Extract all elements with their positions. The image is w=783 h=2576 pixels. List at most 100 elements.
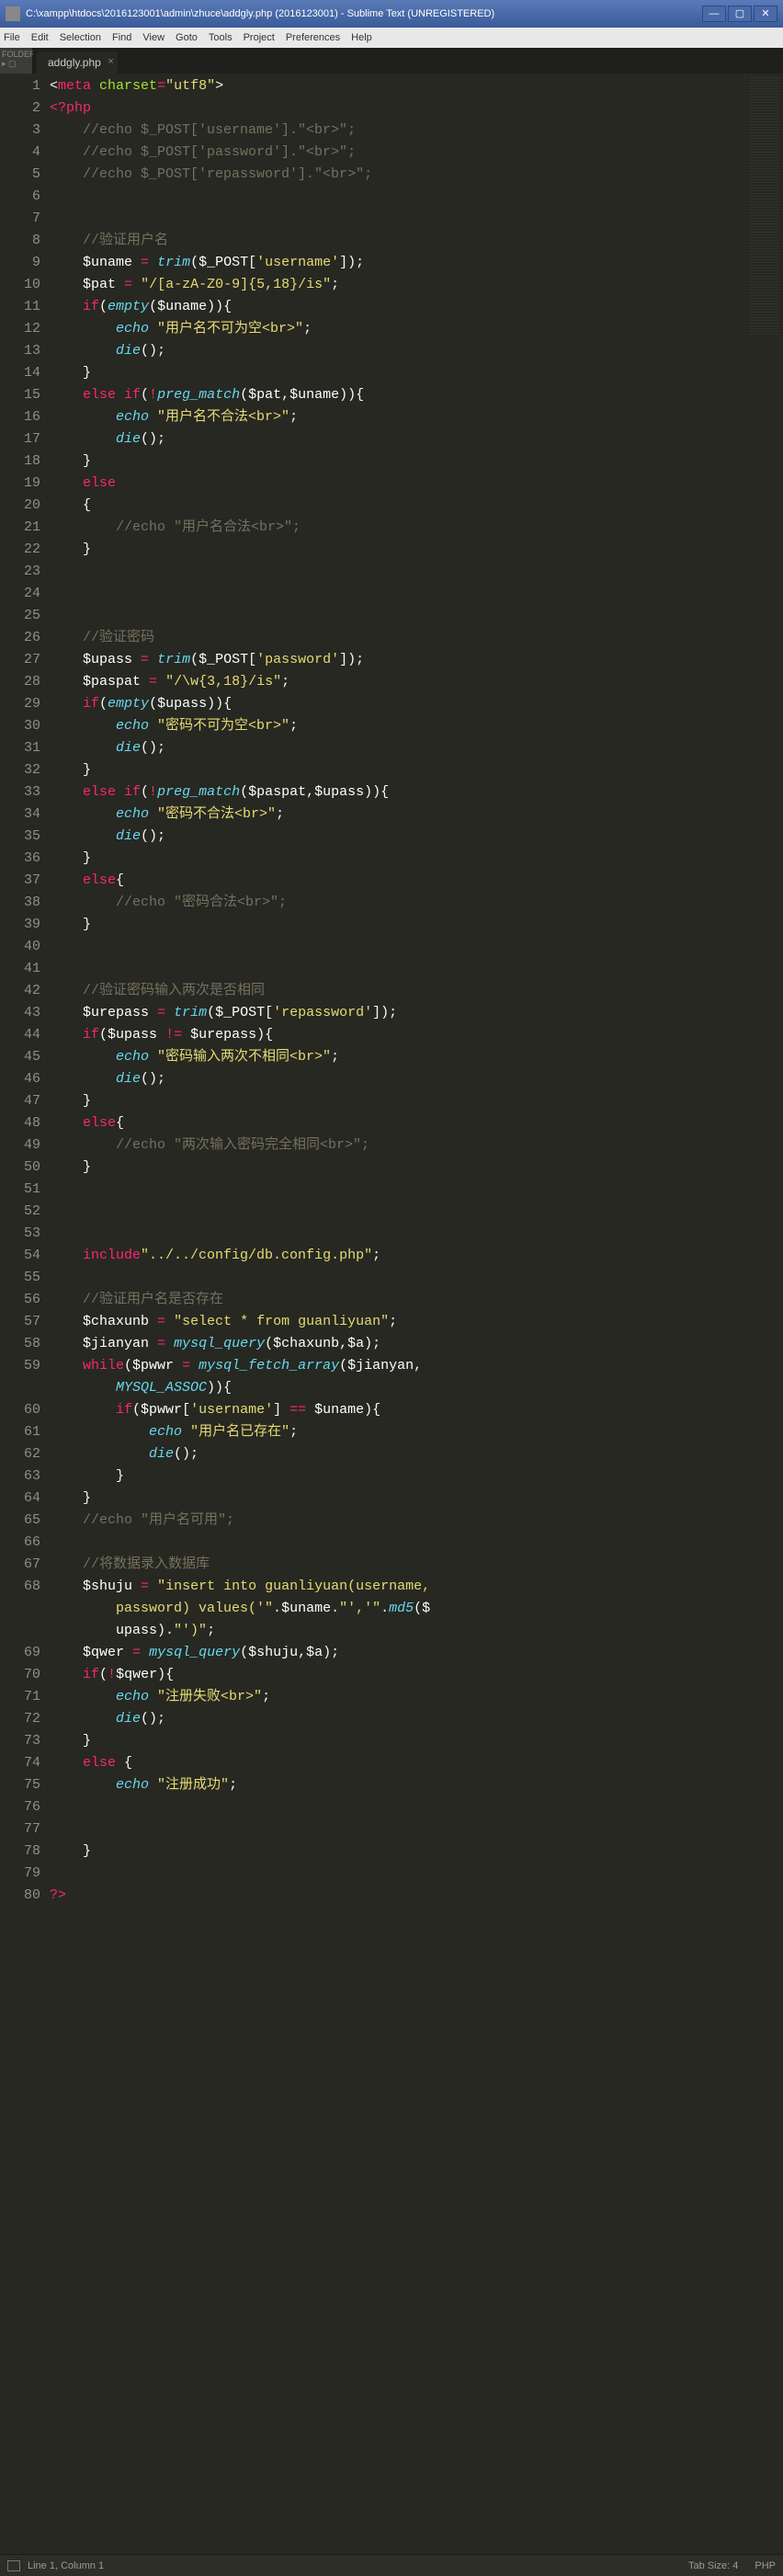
code-line[interactable] [50,936,744,958]
code-line[interactable]: } [50,914,744,936]
code-line[interactable]: //echo "用户名可用"; [50,1510,744,1532]
code-line[interactable]: } [50,1090,744,1112]
code-line[interactable]: $qwer = mysql_query($shuju,$a); [50,1642,744,1664]
menu-find[interactable]: Find [112,32,131,43]
close-icon[interactable]: × [108,56,113,67]
folder-sidebar[interactable]: FOLDER ▸ ▢ [0,48,33,74]
code-line[interactable] [50,583,744,605]
code-line[interactable]: echo "密码输入两次不相同<br>"; [50,1046,744,1068]
code-line[interactable]: //验证用户名是否存在 [50,1289,744,1311]
editor[interactable]: 1234567891011121314151617181920212223242… [0,74,783,1909]
code-line[interactable]: <meta charset="utf8"> [50,75,744,97]
code-line[interactable]: echo "注册失败<br>"; [50,1686,744,1708]
code-line[interactable]: } [50,539,744,561]
minimize-button[interactable]: — [702,6,726,22]
menu-help[interactable]: Help [351,32,372,43]
maximize-button[interactable]: ▢ [728,6,752,22]
code-line[interactable]: password) values('".$uname."','".md5($ [50,1598,744,1620]
code-line[interactable]: } [50,362,744,384]
console-icon[interactable] [7,2560,20,2571]
menu-tools[interactable]: Tools [209,32,233,43]
code-line[interactable]: $uname = trim($_POST['username']); [50,252,744,274]
code-line[interactable]: } [50,1841,744,1863]
code-line[interactable]: die(); [50,826,744,848]
code-line[interactable]: echo "密码不可为空<br>"; [50,715,744,737]
code-line[interactable]: else [50,473,744,495]
code-line[interactable]: $paspat = "/\w{3,18}/is"; [50,671,744,693]
code-line[interactable]: //echo "密码合法<br>"; [50,892,744,914]
code-line[interactable] [50,1267,744,1289]
code-line[interactable] [50,1179,744,1201]
code-line[interactable]: die(); [50,1068,744,1090]
code-line[interactable]: echo "注册成功"; [50,1774,744,1796]
code-line[interactable]: ?> [50,1885,744,1907]
code-line[interactable]: //echo $_POST['password']."<br>"; [50,142,744,164]
code-line[interactable]: if(empty($uname)){ [50,296,744,318]
code-line[interactable] [50,186,744,208]
code-line[interactable]: $chaxunb = "select * from guanliyuan"; [50,1311,744,1333]
code-line[interactable]: die(); [50,1443,744,1465]
code-line[interactable]: echo "用户名不可为空<br>"; [50,318,744,340]
menu-edit[interactable]: Edit [31,32,49,43]
code-line[interactable]: if($pwwr['username'] == $uname){ [50,1399,744,1421]
close-button[interactable]: ✕ [754,6,777,22]
code-line[interactable]: else if(!preg_match($paspat,$upass)){ [50,781,744,804]
code-line[interactable]: } [50,1487,744,1510]
code-line[interactable]: } [50,1730,744,1752]
menu-goto[interactable]: Goto [176,32,198,43]
code-line[interactable] [50,1201,744,1223]
code-line[interactable] [50,1863,744,1885]
code-line[interactable]: $shuju = "insert into guanliyuan(usernam… [50,1576,744,1598]
code-area[interactable]: <meta charset="utf8"><?php //echo $_POST… [50,74,744,1909]
code-line[interactable]: die(); [50,428,744,450]
code-line[interactable]: //验证用户名 [50,230,744,252]
menu-file[interactable]: File [4,32,20,43]
code-line[interactable]: die(); [50,340,744,362]
code-line[interactable]: $jianyan = mysql_query($chaxunb,$a); [50,1333,744,1355]
code-line[interactable]: if(empty($upass)){ [50,693,744,715]
code-line[interactable]: $urepass = trim($_POST['repassword']); [50,1002,744,1024]
code-line[interactable]: //echo $_POST['username']."<br>"; [50,120,744,142]
code-line[interactable]: } [50,1157,744,1179]
status-language[interactable]: PHP [755,2560,776,2571]
code-line[interactable]: } [50,848,744,870]
code-line[interactable] [50,605,744,627]
code-line[interactable]: echo "密码不合法<br>"; [50,804,744,826]
code-line[interactable]: else{ [50,870,744,892]
code-line[interactable] [50,958,744,980]
code-line[interactable]: //验证密码 [50,627,744,649]
code-line[interactable] [50,561,744,583]
code-line[interactable]: upass)."')"; [50,1620,744,1642]
code-line[interactable]: if($upass != $urepass){ [50,1024,744,1046]
code-line[interactable]: <?php [50,97,744,120]
code-line[interactable]: //echo $_POST['repassword']."<br>"; [50,164,744,186]
status-tabsize[interactable]: Tab Size: 4 [688,2560,738,2571]
code-line[interactable]: MYSQL_ASSOC)){ [50,1377,744,1399]
menu-preferences[interactable]: Preferences [286,32,340,43]
code-line[interactable] [50,1796,744,1818]
menu-project[interactable]: Project [244,32,275,43]
status-cursor[interactable]: Line 1, Column 1 [28,2560,104,2571]
code-line[interactable]: if(!$qwer){ [50,1664,744,1686]
minimap[interactable] [744,74,783,1909]
code-line[interactable]: } [50,1465,744,1487]
code-line[interactable]: $upass = trim($_POST['password']); [50,649,744,671]
tab-addgly[interactable]: addgly.php × [37,51,118,74]
code-line[interactable]: //验证密码输入两次是否相同 [50,980,744,1002]
code-line[interactable] [50,1223,744,1245]
code-line[interactable]: $pat = "/[a-zA-Z0-9]{5,18}/is"; [50,274,744,296]
sidebar-tree-toggle-icon[interactable]: ▸ ▢ [2,59,17,68]
code-line[interactable]: while($pwwr = mysql_fetch_array($jianyan… [50,1355,744,1377]
code-line[interactable]: echo "用户名不合法<br>"; [50,406,744,428]
code-line[interactable]: //echo "两次输入密码完全相同<br>"; [50,1134,744,1157]
code-line[interactable] [50,1532,744,1554]
code-line[interactable]: echo "用户名已存在"; [50,1421,744,1443]
code-line[interactable]: //将数据录入数据库 [50,1554,744,1576]
code-line[interactable]: //echo "用户名合法<br>"; [50,517,744,539]
code-line[interactable] [50,208,744,230]
code-line[interactable]: else if(!preg_match($pat,$uname)){ [50,384,744,406]
code-line[interactable]: include"../../config/db.config.php"; [50,1245,744,1267]
code-line[interactable]: die(); [50,1708,744,1730]
code-line[interactable]: } [50,450,744,473]
code-line[interactable]: else{ [50,1112,744,1134]
